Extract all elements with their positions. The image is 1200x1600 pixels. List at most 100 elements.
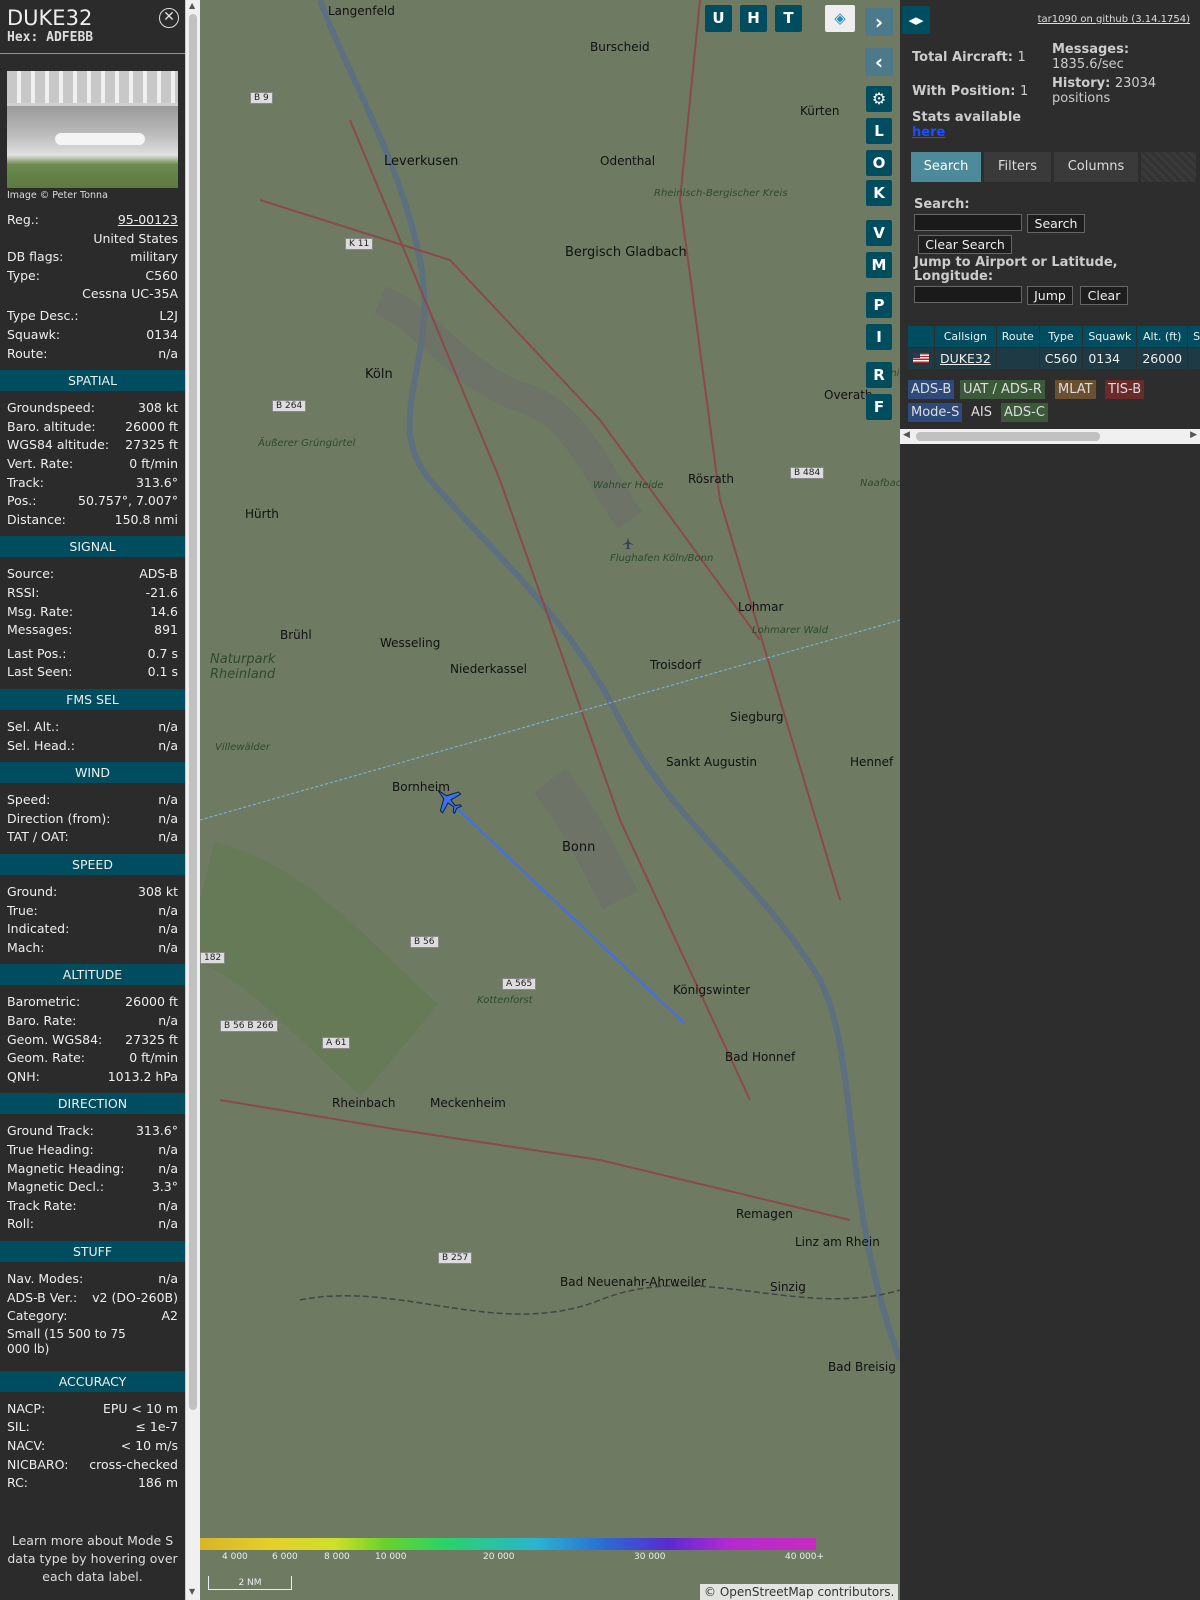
callsign-cell[interactable]: DUKE32: [934, 347, 997, 370]
clear-button[interactable]: Clear: [1080, 286, 1128, 305]
map-place-label: Rösrath: [688, 472, 734, 486]
tab-columns[interactable]: Columns: [1054, 152, 1138, 182]
source-ads-c[interactable]: ADS-C: [1001, 403, 1048, 422]
info-value: 308 kt: [138, 884, 178, 899]
spd-cell: [1187, 347, 1200, 370]
map-place-label: Brühl: [280, 628, 312, 642]
search-input[interactable]: [914, 214, 1022, 231]
info-row: Ground Track: 313.6°: [7, 1123, 178, 1140]
info-row: Squawk: 0134: [7, 327, 178, 344]
info-row: Type: C560: [7, 268, 178, 285]
squawk-cell: 0134: [1082, 347, 1138, 370]
map-button-h[interactable]: H: [740, 5, 767, 32]
map-button-u[interactable]: U: [705, 5, 732, 32]
source-mode-s[interactable]: Mode-S: [908, 403, 963, 422]
info-row: Indicated: n/a: [7, 921, 178, 938]
info-value: 1013.2 hPa: [107, 1068, 178, 1084]
info-key: Last Pos.:: [7, 645, 67, 661]
info-value: 3.3°: [151, 1179, 178, 1195]
map-base: [200, 0, 900, 1600]
map-button-r[interactable]: R: [866, 362, 892, 388]
map-view[interactable]: Langenfeld Burscheid Leverkusen Odenthal Kür…: [200, 0, 900, 1600]
colorbar-tick: 20 000: [483, 1552, 515, 1562]
info-key: Direction (from):: [7, 810, 111, 826]
map-button-f[interactable]: F: [866, 394, 892, 420]
expand-panel-chevron-right-icon[interactable]: ›: [865, 8, 893, 36]
column-header-route[interactable]: Route: [995, 325, 1040, 348]
tab-extra[interactable]: [1141, 152, 1196, 182]
column-header-squawk[interactable]: Squawk: [1082, 325, 1138, 348]
registration-link[interactable]: 95-00123: [118, 212, 178, 227]
search-button[interactable]: Search: [1027, 214, 1085, 233]
source-uat-ads-r[interactable]: UAT / ADS-R: [960, 380, 1045, 399]
info-row: Magnetic Decl.: 3.3°: [7, 1179, 178, 1196]
map-button-l[interactable]: L: [866, 118, 892, 144]
source-ais[interactable]: AIS: [968, 403, 995, 422]
map-button-i[interactable]: I: [866, 324, 892, 350]
aircraft-photo[interactable]: [7, 71, 178, 188]
map-place-label: Bonn: [562, 840, 596, 855]
tab-filters[interactable]: Filters: [984, 152, 1051, 182]
info-row: Baro. altitude: 26000 ft: [7, 419, 178, 436]
info-header: DUKE32 Hex: ADFEBB: [0, 0, 185, 54]
info-row: Pos.: 50.757°, 7.007°: [7, 493, 178, 510]
map-button-k[interactable]: K: [866, 180, 892, 206]
table-hscrollbar[interactable]: ◀ ▶: [900, 429, 1200, 444]
column-header-callsign[interactable]: Callsign: [934, 325, 997, 348]
info-footer: Learn more about Mode S data type by hov…: [7, 1533, 178, 1584]
info-value: n/a: [158, 719, 178, 734]
table-row[interactable]: DUKE32 C560 0134 26000: [907, 347, 1200, 370]
info-row: NICBARO: cross-checked: [7, 1457, 178, 1474]
info-value: n/a: [158, 737, 178, 753]
info-value: v2 (DO-260B): [92, 1289, 178, 1305]
map-button-m[interactable]: M: [866, 252, 892, 278]
source-ads-b[interactable]: ADS-B: [908, 380, 955, 399]
github-link[interactable]: tar1090 on github (3.14.1754): [1038, 14, 1190, 25]
info-scrollbar[interactable]: ▲ ▼: [185, 0, 200, 1600]
toggle-panel-arrows-icon[interactable]: ◂▸: [902, 6, 930, 34]
info-key: NICBARO:: [7, 1456, 69, 1472]
close-icon[interactable]: ✕: [159, 8, 179, 28]
map-button-v[interactable]: V: [866, 220, 892, 246]
jump-button[interactable]: Jump: [1027, 286, 1073, 305]
source-mlat[interactable]: MLAT: [1055, 380, 1096, 399]
layers-icon[interactable]: ◈: [825, 5, 855, 32]
info-key: Sel. Head.:: [7, 737, 75, 753]
map-button-p[interactable]: P: [866, 292, 892, 318]
source-tis-b[interactable]: TIS-B: [1105, 380, 1145, 399]
info-value: n/a: [158, 1197, 178, 1213]
map-button-t[interactable]: T: [775, 5, 802, 32]
info-row: Cessna UC-35A: [7, 286, 178, 303]
info-row: Source: ADS-B: [7, 566, 178, 583]
clear-search-button[interactable]: Clear Search: [918, 235, 1012, 254]
info-row: Magnetic Heading: n/a: [7, 1161, 178, 1178]
info-value: 0 ft/min: [129, 456, 178, 471]
tab-search[interactable]: Search: [911, 152, 981, 182]
map-button-o[interactable]: O: [866, 150, 892, 176]
info-value: 891: [154, 622, 178, 638]
info-key: Squawk:: [7, 327, 61, 342]
column-header-type[interactable]: Type: [1038, 325, 1084, 348]
info-row: Groundspeed: 308 kt: [7, 400, 178, 417]
column-header-alt-ft[interactable]: Alt. (ft): [1136, 325, 1189, 348]
info-key: RC:: [7, 1475, 29, 1491]
map-place-label: Villewälder: [215, 742, 271, 753]
info-row: RSSI: -21.6: [7, 585, 178, 602]
map-place-label: Naturpark Rheinland: [210, 652, 276, 682]
info-key: Ground:: [7, 884, 58, 899]
info-key: Barometric:: [7, 994, 81, 1010]
settings-gear-icon[interactable]: ⚙: [866, 86, 892, 112]
jump-input[interactable]: [914, 286, 1022, 303]
info-key: Magnetic Decl.:: [7, 1179, 105, 1195]
info-value: 26000 ft: [125, 418, 178, 434]
column-header-spd[interactable]: Spd.: [1187, 325, 1200, 348]
info-row: Last Pos.: 0.7 s: [7, 646, 178, 663]
hex-label: Hex:: [7, 30, 39, 45]
info-row: Baro. Rate: n/a: [7, 1013, 178, 1030]
info-key: Vert. Rate:: [7, 456, 74, 471]
stats-here-link[interactable]: here: [912, 125, 945, 140]
info-value: 0.7 s: [147, 645, 178, 661]
map-place-label: Wesseling: [380, 636, 441, 650]
collapse-panel-chevron-left-icon[interactable]: ‹: [865, 48, 893, 76]
info-row: QNH: 1013.2 hPa: [7, 1069, 178, 1086]
